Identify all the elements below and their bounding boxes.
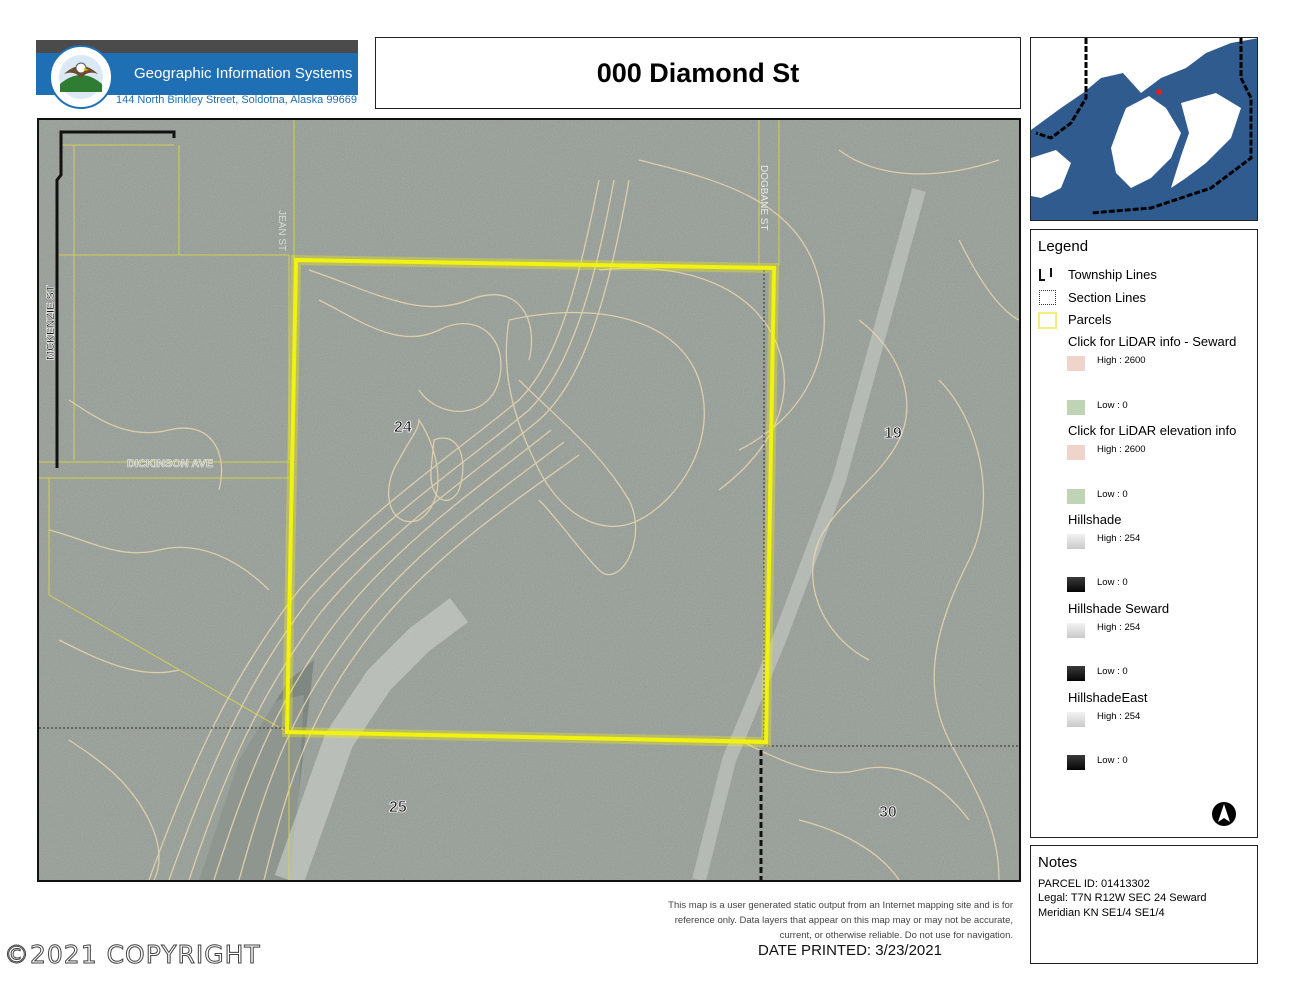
disclaimer-line: This map is a user generated static outp… <box>668 900 1013 911</box>
notes-meridian: Meridian KN SE1/4 SE1/4 <box>1038 907 1165 919</box>
legend-panel: Legend Township Lines Section Lines Parc… <box>1030 229 1258 838</box>
copyright-watermark: ©2021 COPYRIGHT <box>4 940 261 970</box>
hillshade-seward-high-swatch <box>1067 623 1085 638</box>
township-lines-icon <box>1039 268 1052 281</box>
hillshade-high-swatch <box>1067 534 1085 549</box>
section-label-25: 25 <box>389 799 407 816</box>
north-arrow-icon <box>1212 802 1236 826</box>
legend-lidar-seward: Click for LiDAR info - Seward <box>1068 334 1237 349</box>
gis-logo: Geographic Information Systems 144 North… <box>36 40 358 110</box>
street-label-dogbane: DOGBANE ST <box>758 165 769 231</box>
section-label-30: 30 <box>879 804 897 821</box>
notes-title: Notes <box>1038 854 1078 871</box>
title-box: 000 Diamond St <box>375 37 1021 109</box>
hillshade-east-high: High : 254 <box>1097 711 1141 722</box>
legend-hillshade-east: HillshadeEast <box>1068 690 1148 705</box>
section-label-24: 24 <box>394 419 412 436</box>
map-title: 000 Diamond St <box>596 57 800 88</box>
lidar-elevation-high: High : 2600 <box>1097 444 1146 455</box>
lidar-seward-high: High : 2600 <box>1097 355 1146 366</box>
borough-seal-icon <box>49 45 113 109</box>
legend-hillshade-seward: Hillshade Seward <box>1068 601 1170 616</box>
section-lines-icon <box>1039 290 1056 305</box>
date-printed: DATE PRINTED: 3/23/2021 <box>758 942 942 959</box>
logo-text: Geographic Information Systems <box>134 65 353 82</box>
lidar-elevation-low-swatch <box>1067 489 1085 504</box>
hillshade-east-high-swatch <box>1067 712 1085 727</box>
street-label-jean: JEAN ST <box>276 210 287 251</box>
hillshade-high: High : 254 <box>1097 533 1141 544</box>
disclaimer-line: current, or otherwise reliable. Do not u… <box>779 930 1013 941</box>
disclaimer: This map is a user generated static outp… <box>600 898 1013 943</box>
notes-panel: Notes PARCEL ID: 01413302 Legal: T7N R12… <box>1030 845 1258 964</box>
overview-map-graphic <box>1031 38 1257 220</box>
notes-parcel-id: PARCEL ID: 01413302 <box>1038 878 1150 890</box>
legend-hillshade: Hillshade <box>1068 512 1122 527</box>
legend-title: Legend <box>1038 238 1089 255</box>
hillshade-low-swatch <box>1067 577 1085 592</box>
hillshade-low: Low : 0 <box>1097 577 1128 588</box>
logo-address: 144 North Binkley Street, Soldotna, Alas… <box>116 94 357 106</box>
lidar-seward-high-swatch <box>1067 356 1085 371</box>
legend-section-lines: Section Lines <box>1068 290 1147 305</box>
section-label-19: 19 <box>884 425 902 442</box>
street-label-dickinson: DICKINSON AVE <box>127 458 213 470</box>
hillshade-east-low-swatch <box>1067 755 1085 770</box>
lidar-elevation-high-swatch <box>1067 445 1085 460</box>
street-label-mckenzie: MCKENZIE ST <box>45 285 57 360</box>
overview-map <box>1030 37 1258 221</box>
legend-township-lines: Township Lines <box>1068 267 1157 282</box>
legend-parcels: Parcels <box>1068 312 1112 327</box>
parcels-icon <box>1038 312 1057 329</box>
hillshade-seward-low-swatch <box>1067 666 1085 681</box>
notes-legal: Legal: T7N R12W SEC 24 Seward <box>1038 892 1207 904</box>
lidar-seward-low-swatch <box>1067 400 1085 415</box>
main-map[interactable]: JEAN ST DOGBANE ST MCKENZIE ST DICKINSON… <box>37 118 1021 882</box>
hillshade-seward-low: Low : 0 <box>1097 666 1128 677</box>
hillshade-seward-high: High : 254 <box>1097 622 1141 633</box>
lidar-seward-low: Low : 0 <box>1097 400 1128 411</box>
map-canvas: JEAN ST DOGBANE ST MCKENZIE ST DICKINSON… <box>39 120 1019 880</box>
disclaimer-line: reference only. Data layers that appear … <box>674 915 1013 926</box>
legend-lidar-elevation: Click for LiDAR elevation info <box>1068 423 1237 438</box>
hillshade-east-low: Low : 0 <box>1097 755 1128 766</box>
lidar-elevation-low: Low : 0 <box>1097 489 1128 500</box>
